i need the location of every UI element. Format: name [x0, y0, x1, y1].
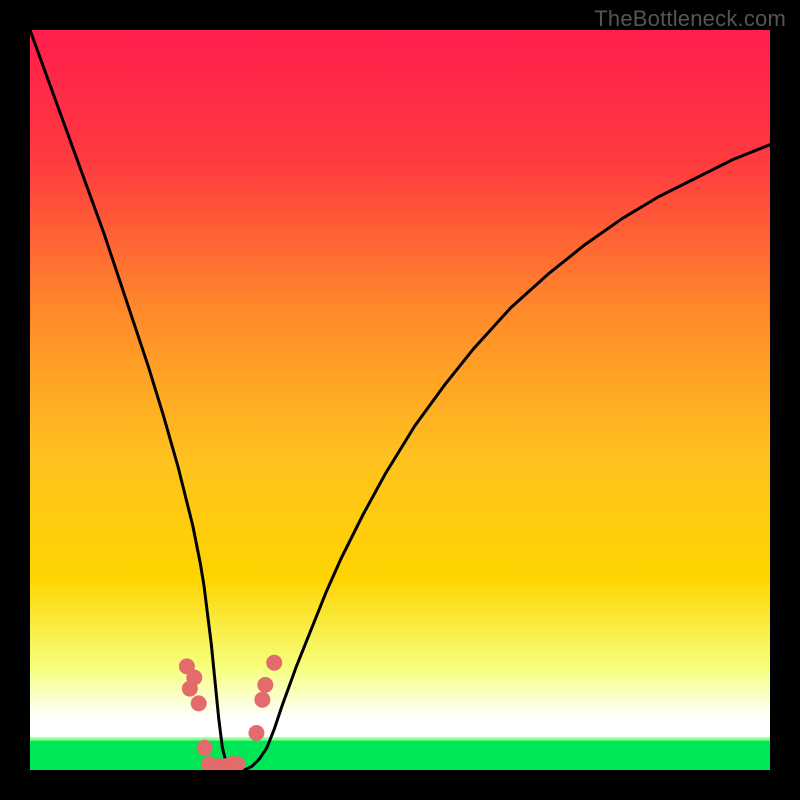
watermark-text: TheBottleneck.com	[594, 6, 786, 32]
bottleneck-plot	[30, 30, 770, 770]
chart-stage: TheBottleneck.com	[0, 0, 800, 800]
